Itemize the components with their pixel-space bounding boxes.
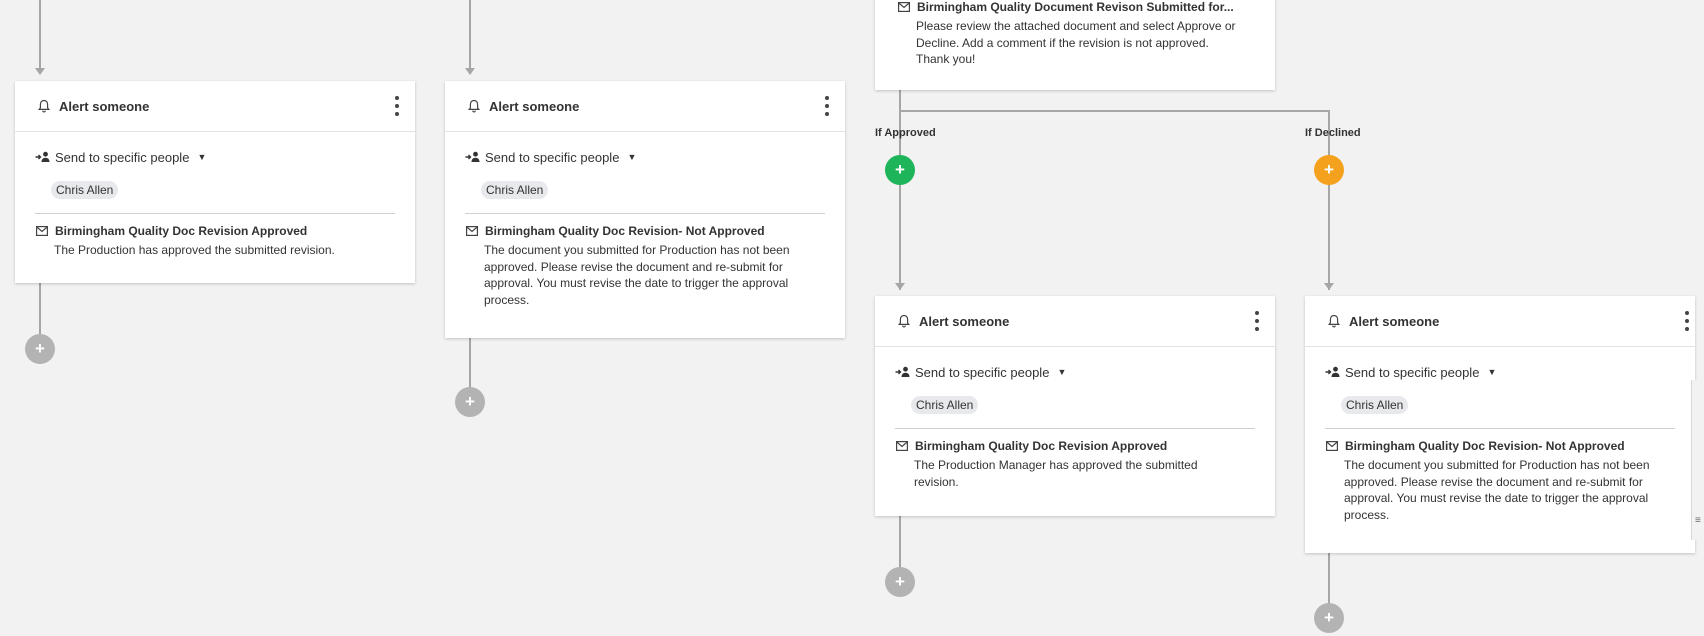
- caret-down-icon: ▼: [1487, 367, 1497, 377]
- send-to-label: Send to specific people: [915, 364, 1050, 380]
- mail-icon: [1326, 441, 1338, 451]
- card-header: Alert someone: [875, 296, 1275, 347]
- alert-card[interactable]: Alert someone Send to specific people ▼ …: [445, 81, 845, 338]
- more-options-icon[interactable]: [393, 96, 401, 116]
- message-body: The Production Manager has approved the …: [914, 458, 1198, 489]
- connector-line: [1328, 553, 1330, 606]
- message-body: The document you submitted for Productio…: [1344, 458, 1650, 522]
- grip-icon: ≡: [1695, 515, 1701, 526]
- add-step-approved-button[interactable]: +: [885, 155, 915, 185]
- connector-line: [39, 283, 41, 335]
- approval-subject: Birmingham Quality Document Revison Subm…: [917, 0, 1234, 14]
- send-to-dropdown[interactable]: Send to specific people ▼: [465, 148, 825, 166]
- approval-request-card[interactable]: Birmingham Quality Document Revison Subm…: [875, 0, 1275, 90]
- connector-arrow: [465, 68, 475, 75]
- branch-label-approved: If Approved: [875, 127, 936, 139]
- send-to-dropdown[interactable]: Send to specific people ▼: [35, 148, 395, 166]
- connector-line: [469, 338, 471, 388]
- alert-card[interactable]: Alert someone Send to specific people ▼ …: [875, 296, 1275, 516]
- card-title: Alert someone: [919, 313, 1010, 329]
- bell-icon: [467, 99, 481, 113]
- more-options-icon[interactable]: [823, 96, 831, 116]
- mail-icon: [466, 226, 478, 236]
- card-header: Alert someone: [445, 81, 845, 132]
- alert-card[interactable]: Alert someone Send to specific people ▼ …: [1305, 296, 1695, 553]
- bell-icon: [37, 99, 51, 113]
- connector-arrow: [895, 283, 905, 290]
- connector-line: [469, 0, 471, 68]
- connector-line: [899, 516, 901, 570]
- send-to-dropdown[interactable]: Send to specific people ▼: [895, 363, 1255, 381]
- mail-icon: [896, 441, 908, 451]
- approval-body: Please review the attached document and …: [916, 19, 1236, 66]
- connector-line: [1328, 184, 1330, 290]
- connector-line: [39, 0, 41, 68]
- add-step-button[interactable]: +: [1314, 603, 1344, 633]
- recipient-chip[interactable]: Chris Allen: [1341, 396, 1409, 414]
- send-to-label: Send to specific people: [1345, 364, 1480, 380]
- send-to-label: Send to specific people: [485, 149, 620, 165]
- card-header: Alert someone: [1305, 296, 1695, 347]
- mail-icon: [898, 2, 910, 12]
- send-to-label: Send to specific people: [55, 149, 190, 165]
- person-add-icon: [465, 150, 481, 164]
- branch-label-declined: If Declined: [1305, 127, 1361, 139]
- more-options-icon[interactable]: [1253, 311, 1261, 331]
- mail-icon: [36, 226, 48, 236]
- bell-icon: [897, 314, 911, 328]
- person-add-icon: [895, 365, 911, 379]
- add-step-declined-button[interactable]: +: [1314, 155, 1344, 185]
- scrollbar[interactable]: ≡: [1691, 380, 1704, 540]
- card-title: Alert someone: [489, 98, 580, 114]
- add-step-button[interactable]: +: [455, 387, 485, 417]
- card-title: Alert someone: [1349, 313, 1440, 329]
- bell-icon: [1327, 314, 1341, 328]
- message-subject: Birmingham Quality Doc Revision Approved: [55, 224, 308, 238]
- card-title: Alert someone: [59, 98, 150, 114]
- connector-arrow: [1324, 283, 1334, 290]
- branch-connector: [899, 110, 1330, 112]
- caret-down-icon: ▼: [197, 152, 207, 162]
- alert-card[interactable]: Alert someone Send to specific people ▼ …: [15, 81, 415, 283]
- recipient-chip[interactable]: Chris Allen: [51, 181, 119, 199]
- message-subject: Birmingham Quality Doc Revision Approved: [915, 439, 1168, 453]
- person-add-icon: [1325, 365, 1341, 379]
- message-subject: Birmingham Quality Doc Revision- Not App…: [485, 224, 765, 238]
- connector-line: [899, 184, 901, 290]
- send-to-dropdown[interactable]: Send to specific people ▼: [1325, 363, 1675, 381]
- more-options-icon[interactable]: [1683, 311, 1691, 331]
- message-body: The document you submitted for Productio…: [484, 243, 790, 307]
- message-body: The Production has approved the submitte…: [54, 243, 335, 257]
- caret-down-icon: ▼: [1057, 367, 1067, 377]
- add-step-button[interactable]: +: [885, 567, 915, 597]
- add-step-button[interactable]: +: [25, 334, 55, 364]
- caret-down-icon: ▼: [627, 152, 637, 162]
- message-subject: Birmingham Quality Doc Revision- Not App…: [1345, 439, 1625, 453]
- recipient-chip[interactable]: Chris Allen: [481, 181, 549, 199]
- card-header: Alert someone: [15, 81, 415, 132]
- person-add-icon: [35, 150, 51, 164]
- connector-arrow: [35, 68, 45, 75]
- recipient-chip[interactable]: Chris Allen: [911, 396, 979, 414]
